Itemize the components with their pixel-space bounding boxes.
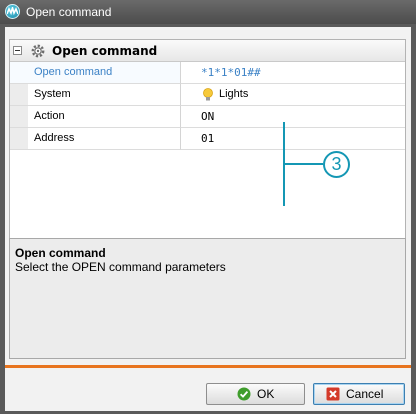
lightbulb-icon [202,88,214,105]
property-row-open-command[interactable]: Open command *1*1*01## [10,62,405,84]
ok-button[interactable]: OK [206,383,305,405]
gear-icon [30,43,46,62]
checkmark-icon [237,387,251,407]
property-value[interactable]: *1*1*01## [181,62,405,84]
collapse-toggle-icon[interactable] [13,46,22,55]
property-name: Address [10,128,181,150]
property-group-title: Open command [52,44,158,58]
property-name: Open command [10,62,181,84]
property-grid: Open command Open command *1*1*01## Syst… [9,39,406,259]
title-bar[interactable]: Open command [0,0,416,24]
description-text: Select the OPEN command parameters [15,260,226,274]
dialog-window: Open command Open command Open command *… [0,0,416,414]
property-group-header[interactable]: Open command [10,40,405,62]
callout-number: 3 [323,151,350,178]
ok-button-label: OK [257,387,275,401]
close-icon [326,387,340,407]
app-icon [5,4,20,19]
window-title: Open command [26,5,112,19]
property-value[interactable]: ON [181,106,405,128]
property-value[interactable]: Lights [181,84,405,106]
property-row-address[interactable]: Address 01 [10,128,405,150]
property-row-action[interactable]: Action ON [10,106,405,128]
cancel-button[interactable]: Cancel [313,383,405,405]
accent-divider [5,365,411,368]
description-title: Open command [15,246,106,260]
callout-leader [285,163,323,165]
property-name: System [10,84,181,106]
property-name: Action [10,106,181,128]
property-row-system[interactable]: System Lights [10,84,405,106]
description-panel: Open command Select the OPEN command par… [9,238,406,359]
cancel-button-label: Cancel [346,387,384,401]
dialog-body: Open command Open command *1*1*01## Syst… [5,27,411,411]
property-value[interactable]: 01 [181,128,405,150]
